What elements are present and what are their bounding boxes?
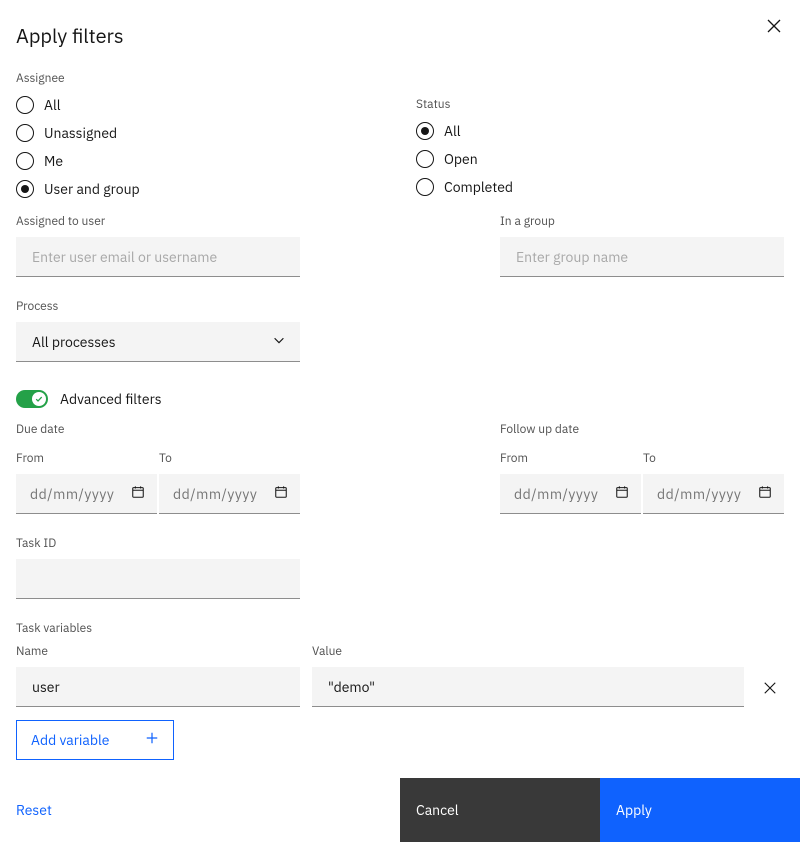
radio-icon bbox=[16, 96, 34, 114]
assigned-to-user-label: Assigned to user bbox=[16, 214, 300, 229]
assigned-to-user-input[interactable] bbox=[16, 237, 300, 277]
process-label: Process bbox=[16, 299, 784, 314]
reset-link[interactable]: Reset bbox=[16, 801, 52, 819]
add-variable-button[interactable]: Add variable bbox=[16, 720, 174, 760]
follow-up-to-label: To bbox=[643, 451, 784, 466]
task-var-name-input[interactable] bbox=[16, 667, 300, 707]
assignee-option-label: All bbox=[44, 96, 61, 114]
calendar-icon bbox=[758, 485, 772, 503]
assignee-option-label: Unassigned bbox=[44, 124, 117, 142]
process-selected-value: All processes bbox=[32, 333, 116, 351]
close-button[interactable] bbox=[760, 12, 788, 40]
status-label: Status bbox=[416, 97, 784, 112]
task-id-input[interactable] bbox=[16, 559, 300, 599]
radio-icon bbox=[16, 180, 34, 198]
follow-up-date-label: Follow up date bbox=[500, 422, 784, 437]
radio-icon bbox=[416, 178, 434, 196]
follow-up-from-label: From bbox=[500, 451, 641, 466]
assignee-option[interactable]: Unassigned bbox=[16, 124, 384, 142]
radio-icon bbox=[416, 122, 434, 140]
status-option-label: Open bbox=[444, 150, 478, 168]
toggle-knob bbox=[32, 392, 46, 406]
assignee-option-label: User and group bbox=[44, 180, 140, 198]
due-date-from-input[interactable] bbox=[16, 474, 157, 514]
process-select[interactable]: All processes bbox=[16, 322, 300, 362]
task-var-name-label: Name bbox=[16, 644, 300, 659]
due-date-label: Due date bbox=[16, 422, 300, 437]
calendar-icon bbox=[131, 485, 145, 503]
advanced-filters-label: Advanced filters bbox=[60, 390, 162, 408]
chevron-down-icon bbox=[272, 333, 286, 351]
follow-up-to-input[interactable] bbox=[643, 474, 784, 514]
status-option[interactable]: Open bbox=[416, 150, 784, 168]
in-a-group-input[interactable] bbox=[500, 237, 784, 277]
radio-icon bbox=[416, 150, 434, 168]
task-variables-label: Task variables bbox=[16, 621, 784, 636]
due-date-to-label: To bbox=[159, 451, 300, 466]
plus-icon bbox=[145, 731, 159, 749]
close-icon bbox=[763, 683, 777, 698]
remove-variable-button[interactable] bbox=[757, 675, 783, 701]
status-option-label: All bbox=[444, 122, 461, 140]
assignee-option[interactable]: Me bbox=[16, 152, 384, 170]
task-var-value-label: Value bbox=[312, 644, 744, 659]
dialog-title: Apply filters bbox=[16, 22, 124, 49]
status-option[interactable]: Completed bbox=[416, 178, 784, 196]
due-date-to-input[interactable] bbox=[159, 474, 300, 514]
calendar-icon bbox=[274, 485, 288, 503]
due-date-from-label: From bbox=[16, 451, 157, 466]
assignee-option[interactable]: User and group bbox=[16, 180, 384, 198]
task-var-value-input[interactable] bbox=[312, 667, 744, 707]
status-radio-group: All Open Completed bbox=[416, 122, 784, 196]
follow-up-from-input[interactable] bbox=[500, 474, 641, 514]
assignee-option[interactable]: All bbox=[16, 96, 384, 114]
radio-icon bbox=[16, 152, 34, 170]
radio-icon bbox=[16, 124, 34, 142]
status-option[interactable]: All bbox=[416, 122, 784, 140]
advanced-filters-toggle[interactable] bbox=[16, 390, 48, 408]
calendar-icon bbox=[615, 485, 629, 503]
apply-button[interactable]: Apply bbox=[600, 778, 800, 842]
assignee-label: Assignee bbox=[16, 71, 384, 86]
add-variable-label: Add variable bbox=[31, 731, 109, 749]
task-id-label: Task ID bbox=[16, 536, 784, 551]
assignee-option-label: Me bbox=[44, 152, 63, 170]
cancel-button[interactable]: Cancel bbox=[400, 778, 600, 842]
assignee-radio-group: All Unassigned Me User and group bbox=[16, 96, 384, 198]
close-icon bbox=[766, 22, 782, 37]
in-a-group-label: In a group bbox=[500, 214, 784, 229]
status-option-label: Completed bbox=[444, 178, 513, 196]
